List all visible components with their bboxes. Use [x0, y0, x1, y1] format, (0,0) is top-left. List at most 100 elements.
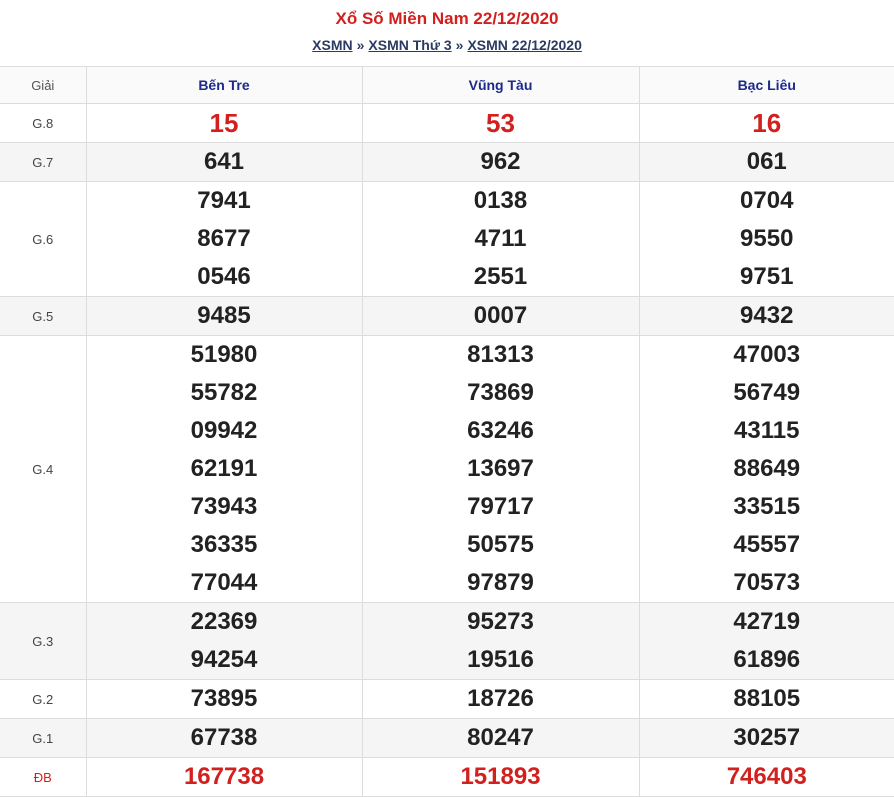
table-row: G.5948500079432	[0, 297, 894, 336]
result-cell: 88105	[639, 680, 894, 719]
prize-label: G.2	[0, 680, 86, 719]
result-cell: 81313738696324613697797175057597879	[362, 336, 639, 603]
result-number: 94254	[87, 641, 362, 679]
result-number: 43115	[640, 412, 894, 450]
result-number: 09942	[87, 412, 362, 450]
page-title: Xổ Số Miền Nam 22/12/2020	[0, 0, 894, 30]
result-number: 95273	[363, 603, 639, 641]
result-number: 9751	[640, 258, 894, 296]
prize-label: G.1	[0, 719, 86, 758]
result-cell: 746403	[639, 758, 894, 797]
table-row: ĐB167738151893746403	[0, 758, 894, 797]
result-number: 63246	[363, 412, 639, 450]
result-number: 4711	[363, 220, 639, 258]
result-cell: 80247	[362, 719, 639, 758]
result-number: 8677	[87, 220, 362, 258]
result-number: 88649	[640, 450, 894, 488]
result-cell: 061	[639, 143, 894, 182]
breadcrumb-link-xsmn-date[interactable]: XSMN 22/12/2020	[467, 37, 581, 53]
table-row: G.1677388024730257	[0, 719, 894, 758]
result-number: 22369	[87, 603, 362, 641]
result-number: 9485	[87, 297, 362, 335]
result-cell: 167738	[86, 758, 362, 797]
result-cell: 9432	[639, 297, 894, 336]
province-header-ben-tre[interactable]: Bến Tre	[86, 67, 362, 104]
result-cell: 53	[362, 104, 639, 143]
result-number: 18726	[363, 680, 639, 718]
result-cell: 15	[86, 104, 362, 143]
result-cell: 9527319516	[362, 603, 639, 680]
result-number: 67738	[87, 719, 362, 757]
result-number: 61896	[640, 641, 894, 679]
province-header-bac-lieu[interactable]: Bạc Liêu	[639, 67, 894, 104]
result-number: 9432	[640, 297, 894, 335]
result-number: 16	[640, 104, 894, 142]
prize-label: ĐB	[0, 758, 86, 797]
prize-column-header: Giải	[0, 67, 86, 104]
prize-label: G.7	[0, 143, 86, 182]
result-number: 641	[87, 143, 362, 181]
prize-label: G.6	[0, 182, 86, 297]
result-number: 2551	[363, 258, 639, 296]
result-number: 97879	[363, 564, 639, 602]
result-cell: 013847112551	[362, 182, 639, 297]
result-number: 0138	[363, 182, 639, 220]
result-cell: 794186770546	[86, 182, 362, 297]
result-number: 36335	[87, 526, 362, 564]
result-number: 53	[363, 104, 639, 142]
result-cell: 2236994254	[86, 603, 362, 680]
result-number: 62191	[87, 450, 362, 488]
result-number: 81313	[363, 336, 639, 374]
result-number: 80247	[363, 719, 639, 757]
result-number: 73943	[87, 488, 362, 526]
result-cell: 151893	[362, 758, 639, 797]
result-number: 167738	[87, 758, 362, 796]
result-cell: 30257	[639, 719, 894, 758]
result-number: 79717	[363, 488, 639, 526]
result-cell: 16	[639, 104, 894, 143]
result-number: 7941	[87, 182, 362, 220]
result-number: 55782	[87, 374, 362, 412]
result-number: 15	[87, 104, 362, 142]
result-number: 0704	[640, 182, 894, 220]
result-cell: 070495509751	[639, 182, 894, 297]
table-row: G.3223699425495273195164271961896	[0, 603, 894, 680]
result-number: 77044	[87, 564, 362, 602]
result-cell: 73895	[86, 680, 362, 719]
result-number: 56749	[640, 374, 894, 412]
result-cell: 9485	[86, 297, 362, 336]
result-cell: 47003567494311588649335154555770573	[639, 336, 894, 603]
table-row: G.8155316	[0, 104, 894, 143]
result-number: 30257	[640, 719, 894, 757]
result-number: 13697	[363, 450, 639, 488]
prize-label: G.3	[0, 603, 86, 680]
breadcrumb-link-xsmn[interactable]: XSMN	[312, 37, 352, 53]
province-header-vung-tau[interactable]: Vũng Tàu	[362, 67, 639, 104]
result-cell: 4271961896	[639, 603, 894, 680]
result-number: 47003	[640, 336, 894, 374]
table-row: G.6794186770546013847112551070495509751	[0, 182, 894, 297]
result-number: 061	[640, 143, 894, 181]
result-cell: 641	[86, 143, 362, 182]
result-number: 70573	[640, 564, 894, 602]
table-row: G.7641962061	[0, 143, 894, 182]
result-number: 746403	[640, 758, 894, 796]
breadcrumb-separator: »	[357, 37, 365, 53]
result-number: 45557	[640, 526, 894, 564]
prize-label: G.5	[0, 297, 86, 336]
result-number: 0007	[363, 297, 639, 335]
result-number: 50575	[363, 526, 639, 564]
result-number: 73895	[87, 680, 362, 718]
result-number: 88105	[640, 680, 894, 718]
table-row: G.2738951872688105	[0, 680, 894, 719]
breadcrumb-link-xsmn-thu-3[interactable]: XSMN Thứ 3	[368, 37, 451, 53]
prize-label: G.4	[0, 336, 86, 603]
table-header-row: Giải Bến Tre Vũng Tàu Bạc Liêu	[0, 67, 894, 104]
prize-label: G.8	[0, 104, 86, 143]
result-cell: 51980557820994262191739433633577044	[86, 336, 362, 603]
result-number: 51980	[87, 336, 362, 374]
results-table: Giải Bến Tre Vũng Tàu Bạc Liêu G.8155316…	[0, 66, 894, 797]
breadcrumb-separator: »	[456, 37, 464, 53]
table-row: G.45198055782099426219173943363357704481…	[0, 336, 894, 603]
result-number: 42719	[640, 603, 894, 641]
